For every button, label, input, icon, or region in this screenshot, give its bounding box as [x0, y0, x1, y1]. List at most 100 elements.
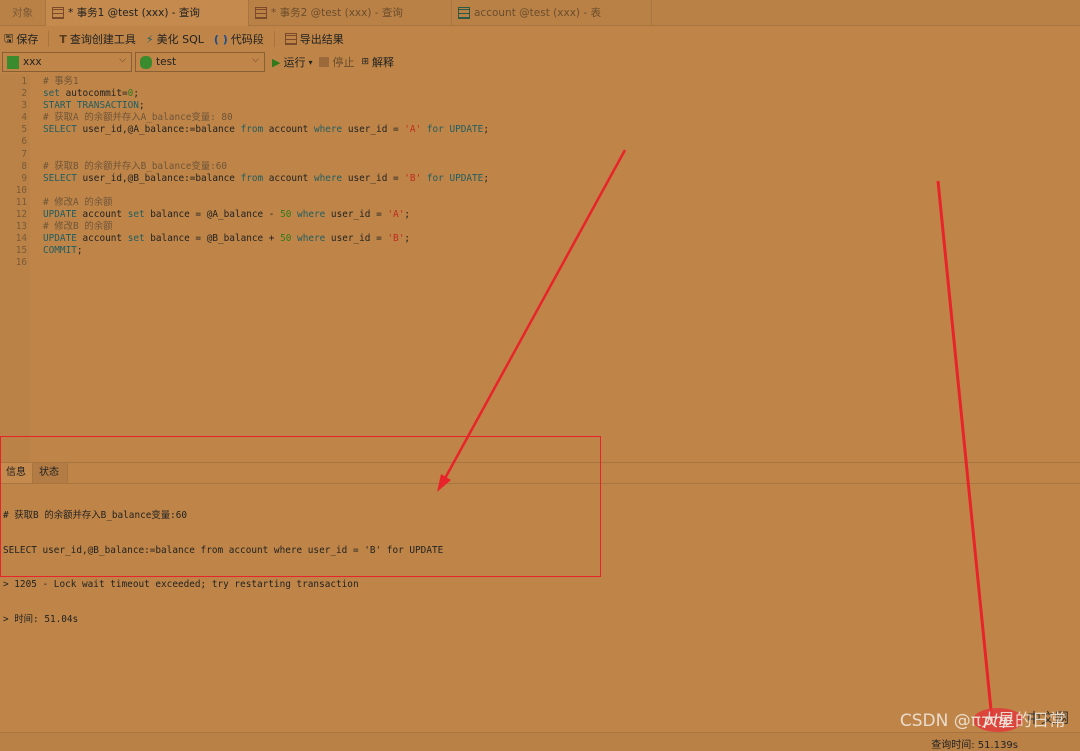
code-line: 2 set autocommit=0; [0, 88, 1080, 100]
code-text: # 获取A 的余额并存入A_balance变量: 80 [43, 112, 233, 124]
message-line: > 时间: 51.04s [3, 613, 79, 625]
code-token: where [313, 172, 343, 184]
code-token: from [240, 124, 264, 136]
hammer-icon: T [59, 32, 67, 46]
query-builder-button[interactable]: T 查询创建工具 [59, 31, 136, 47]
code-line: 15 COMMIT; [0, 245, 1080, 257]
code-text: # 事务1 [43, 76, 79, 88]
database-icon [140, 55, 152, 69]
code-line: 13 # 修改B 的余额 [0, 221, 1080, 233]
code-token: ; [404, 233, 410, 245]
code-line: 5 SELECT user_id,@A_balance:=balance from… [0, 124, 1080, 136]
code-token: ; [404, 209, 410, 221]
status-bar: 查询时间: 51.139s [0, 732, 1080, 751]
chevron-down-icon: ⌵ [119, 55, 126, 65]
stop-button[interactable]: 停止 [319, 54, 354, 70]
line-number: 15 [15, 245, 27, 257]
sql-editor[interactable]: 1 # 事务1 2 set autocommit=0; 3 START TRANSACTI… [0, 74, 1080, 462]
code-line: 7 [0, 149, 1080, 161]
line-number: 1 [21, 76, 27, 87]
line-number: 13 [15, 221, 27, 233]
code-token: where [297, 233, 326, 245]
query-table-icon [255, 7, 267, 19]
code-token: balance = @A_balance - [144, 209, 281, 221]
export-results-button[interactable]: 导出结果 [284, 31, 344, 47]
explain-button[interactable]: ⊞ 解释 [361, 54, 394, 70]
code-text: # 修改B 的余额 [43, 221, 112, 233]
line-number: 6 [21, 136, 27, 148]
code-snippet-button[interactable]: ( ) 代码段 [214, 31, 264, 47]
code-line: 4 # 获取A 的余额并存入A_balance变量: 80 [0, 112, 1080, 124]
beautify-sql-button[interactable]: ⚡ 美化 SQL [146, 31, 204, 47]
explain-icon: ⊞ [361, 57, 370, 67]
line-number: 16 [15, 257, 27, 269]
line-number: 12 [15, 209, 27, 221]
code-text: UPDATE account set balance = @A_balance … [43, 209, 410, 221]
code-token: # 获取A 的余额并存入A_balance变量: 80 [43, 112, 233, 124]
code-line: 11 # 修改A 的余额 [0, 197, 1080, 209]
export-icon [284, 33, 297, 45]
line-number: 11 [15, 196, 27, 208]
code-token: SELECT [43, 124, 77, 136]
code-text: SELECT user_id,@A_balance:=balance from … [43, 124, 489, 136]
run-button[interactable]: ▶ 运行 ▾ [272, 54, 312, 70]
code-token: COMMIT [43, 245, 77, 257]
query-time: 查询时间: 51.139s [931, 740, 1018, 751]
code-token: autocommit= [59, 88, 128, 100]
code-token: where [297, 209, 326, 221]
code-token: # 修改B 的余额 [43, 221, 113, 233]
dropdown-arrow-icon: ▾ [308, 57, 313, 67]
tab-objects[interactable]: 对象 [0, 0, 46, 26]
code-token: user_id,@A_balance:=balance [76, 124, 241, 136]
divider [273, 31, 275, 47]
code-token: UPDATE [43, 209, 77, 221]
code-token: # 获取B 的余额并存入B_balance变量:60 [43, 160, 228, 172]
code-text: set autocommit=0; [43, 88, 139, 100]
line-number: 7 [21, 148, 27, 160]
code-token: account [76, 233, 128, 245]
code-token: ; [483, 172, 489, 184]
code-token: START TRANSACTION [43, 100, 139, 112]
line-number: 14 [15, 233, 27, 245]
code-token: # 事务1 [43, 76, 79, 87]
code-line: 10 [0, 185, 1080, 197]
tab-transaction1-query[interactable]: * 事务1 @test (xxx) - 查询 [46, 0, 249, 26]
query-table-icon [52, 7, 64, 19]
code-token: for UPDATE [426, 172, 484, 184]
code-text: SELECT user_id,@B_balance:=balance from … [43, 173, 489, 185]
code-line: 14 UPDATE account set balance = @B_balanc… [0, 233, 1080, 245]
code-line: 12 UPDATE account set balance = @A_balanc… [0, 209, 1080, 221]
code-token: ; [76, 245, 83, 257]
line-number: 10 [15, 184, 27, 196]
tab-account-table[interactable]: account @test (xxx) - 表 [452, 0, 652, 26]
code-line: 8 # 获取B 的余额并存入B_balance变量:60 [0, 161, 1080, 173]
code-line: 16 [0, 257, 1080, 269]
code-token: user_id = [325, 209, 388, 221]
tab-transaction2-query[interactable]: * 事务2 @test (xxx) - 查询 [249, 0, 452, 26]
code-token: 'B' [387, 233, 405, 245]
code-token: user_id = [325, 233, 388, 245]
code-token: account [263, 124, 314, 136]
play-icon: ▶ [272, 55, 281, 69]
connection-select[interactable]: xxx ⌵ [2, 52, 132, 72]
code-token: user_id = [342, 172, 405, 184]
save-button[interactable]: 🖫 保存 [4, 30, 38, 49]
line-number: 5 [21, 124, 27, 136]
code-token: 'A' [387, 209, 405, 221]
parentheses-icon: ( ) [213, 32, 228, 46]
database-select[interactable]: test ⌵ [135, 52, 265, 72]
line-number: 4 [21, 112, 27, 124]
line-number: 8 [21, 160, 27, 172]
code-token: user_id = [342, 124, 405, 136]
stop-icon [319, 57, 330, 67]
code-token: 'B' [404, 172, 422, 184]
code-token: ; [483, 124, 489, 136]
run-bar: xxx ⌵ test ⌵ ▶ 运行 ▾ 停止 ⊞ 解释 [2, 52, 394, 72]
line-number: 3 [21, 100, 27, 112]
code-token: account [263, 172, 314, 184]
code-token: from [240, 172, 264, 184]
code-token: 50 [280, 233, 292, 245]
code-token: account [76, 209, 128, 221]
line-number: 2 [21, 88, 27, 100]
code-text: # 获取B 的余额并存入B_balance变量:60 [43, 161, 227, 173]
